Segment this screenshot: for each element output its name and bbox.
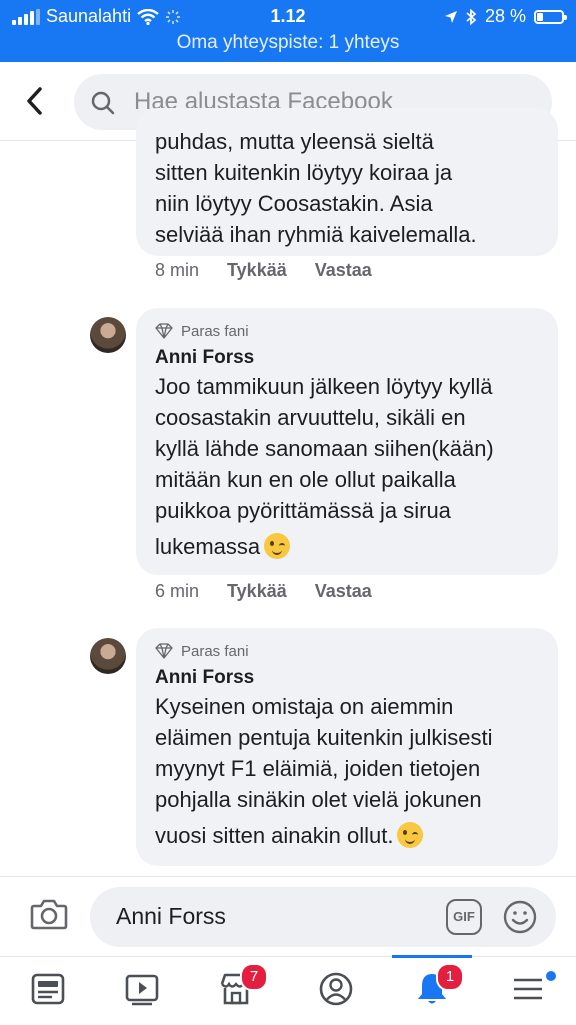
comment-line: coosastakin arvuuttelu, sikäli en xyxy=(155,405,466,430)
tab-profile[interactable] xyxy=(296,957,376,1025)
badge-label: Paras fani xyxy=(181,322,249,340)
comment-line: pohjalla sinäkin olet vielä jokunen xyxy=(155,787,482,812)
comment-last-line: lukemassa xyxy=(155,531,540,562)
reply-input[interactable]: Anni Forss GIF xyxy=(90,887,556,947)
comment-time: 6 min xyxy=(155,581,200,601)
reply-composer: Anni Forss GIF xyxy=(0,876,576,957)
comment-line: Kyseinen omistaja on aiemmin xyxy=(155,694,454,719)
marketplace-count-badge: 7 xyxy=(240,963,268,991)
battery-percent: 28 % xyxy=(484,6,526,26)
status-right: 28 % xyxy=(444,6,567,27)
comment-line: mitään kun en ole ollut paikalla xyxy=(155,467,456,492)
watch-video-icon xyxy=(125,974,159,1006)
notifications-count-badge: 1 xyxy=(436,963,464,991)
like-button[interactable]: Tykkää xyxy=(227,581,287,602)
location-arrow-icon xyxy=(444,10,457,23)
top-fan-badge: Paras fani xyxy=(155,320,540,342)
active-tab-indicator xyxy=(392,955,472,958)
comment-bubble[interactable]: Paras fani Anni Forss Kyseinen omistaja … xyxy=(136,628,558,866)
status-bar: Saunalahti 1.12 28 % Oma yhteyspiste: 1 … xyxy=(0,0,576,62)
comment-author[interactable]: Anni Forss xyxy=(155,667,540,689)
battery-fill xyxy=(537,12,544,21)
tab-news-feed[interactable] xyxy=(8,957,88,1025)
tab-menu[interactable] xyxy=(488,957,568,1025)
badge-label: Paras fani xyxy=(181,642,249,660)
back-arrow-icon[interactable] xyxy=(20,84,50,118)
news-feed-icon xyxy=(31,973,65,1005)
comment-line: puhdas, mutta yleensä sieltä xyxy=(155,129,434,154)
comment-line: selviää ihan ryhmiä kaivelemalla. xyxy=(155,222,477,247)
winking-face-emoji-icon xyxy=(397,822,424,848)
sticker-smile-icon[interactable] xyxy=(502,899,538,935)
comment-author[interactable]: Anni Forss xyxy=(155,347,540,369)
comment-line: Joo tammikuun jälkeen löytyy kyllä xyxy=(155,374,493,399)
tab-marketplace[interactable]: 7 xyxy=(196,957,276,1025)
comment-bubble[interactable]: puhdas, mutta yleensä sieltä sitten kuit… xyxy=(136,108,558,256)
camera-icon[interactable] xyxy=(30,897,68,931)
comment-last-line: vuosi sitten ainakin ollut. xyxy=(155,820,540,851)
comment-actions: 6 min Tykkää Vastaa xyxy=(155,581,372,602)
avatar[interactable] xyxy=(90,638,126,674)
diamond-icon xyxy=(155,643,173,659)
like-button[interactable]: Tykkää xyxy=(227,260,287,281)
comment-time: 8 min xyxy=(155,260,200,280)
search-icon xyxy=(91,91,115,115)
battery-icon xyxy=(534,9,567,24)
comment-line: puikkoa pyörittämässä ja sirua xyxy=(155,498,451,523)
comment-line: lukemassa xyxy=(155,534,261,559)
comment-line: myynyt F1 eläimiä, joiden tietojen xyxy=(155,756,481,781)
bottom-tab-bar: 7 1 xyxy=(0,955,576,1025)
avatar[interactable] xyxy=(90,317,126,353)
profile-icon xyxy=(319,972,353,1006)
reply-button[interactable]: Vastaa xyxy=(315,260,372,281)
gif-button[interactable]: GIF xyxy=(446,899,482,935)
winking-face-emoji-icon xyxy=(264,533,291,559)
comment-line: vuosi sitten ainakin ollut. xyxy=(155,823,394,848)
tab-watch[interactable] xyxy=(102,957,182,1025)
comment-bubble[interactable]: Paras fani Anni Forss Joo tammikuun jälk… xyxy=(136,308,558,575)
comment-actions: 8 min Tykkää Vastaa xyxy=(155,260,372,281)
reply-input-value[interactable]: Anni Forss xyxy=(116,903,226,930)
reply-button[interactable]: Vastaa xyxy=(315,581,372,602)
comment-text: Kyseinen omistaja on aiemmin eläimen pen… xyxy=(155,691,540,851)
comment-text: puhdas, mutta yleensä sieltä sitten kuit… xyxy=(155,126,538,250)
comment-line: sitten kuitenkin löytyy koiraa ja xyxy=(155,160,453,185)
comment-line: kyllä lähde sanomaan siihen(kään) xyxy=(155,436,494,461)
hotspot-banner[interactable]: Oma yhteyspiste: 1 yhteys xyxy=(0,32,576,54)
comment-line: niin löytyy Coosastakin. Asia xyxy=(155,191,433,216)
tab-notifications[interactable]: 1 xyxy=(392,955,472,1025)
comment-line: eläimen pentuja kuitenkin julkisesti xyxy=(155,725,493,750)
top-fan-badge: Paras fani xyxy=(155,640,540,662)
comment-text: Joo tammikuun jälkeen löytyy kyllä coosa… xyxy=(155,371,540,562)
bluetooth-icon xyxy=(466,8,477,25)
menu-notification-dot xyxy=(544,969,558,983)
hamburger-menu-icon xyxy=(514,978,542,1000)
diamond-icon xyxy=(155,323,173,339)
